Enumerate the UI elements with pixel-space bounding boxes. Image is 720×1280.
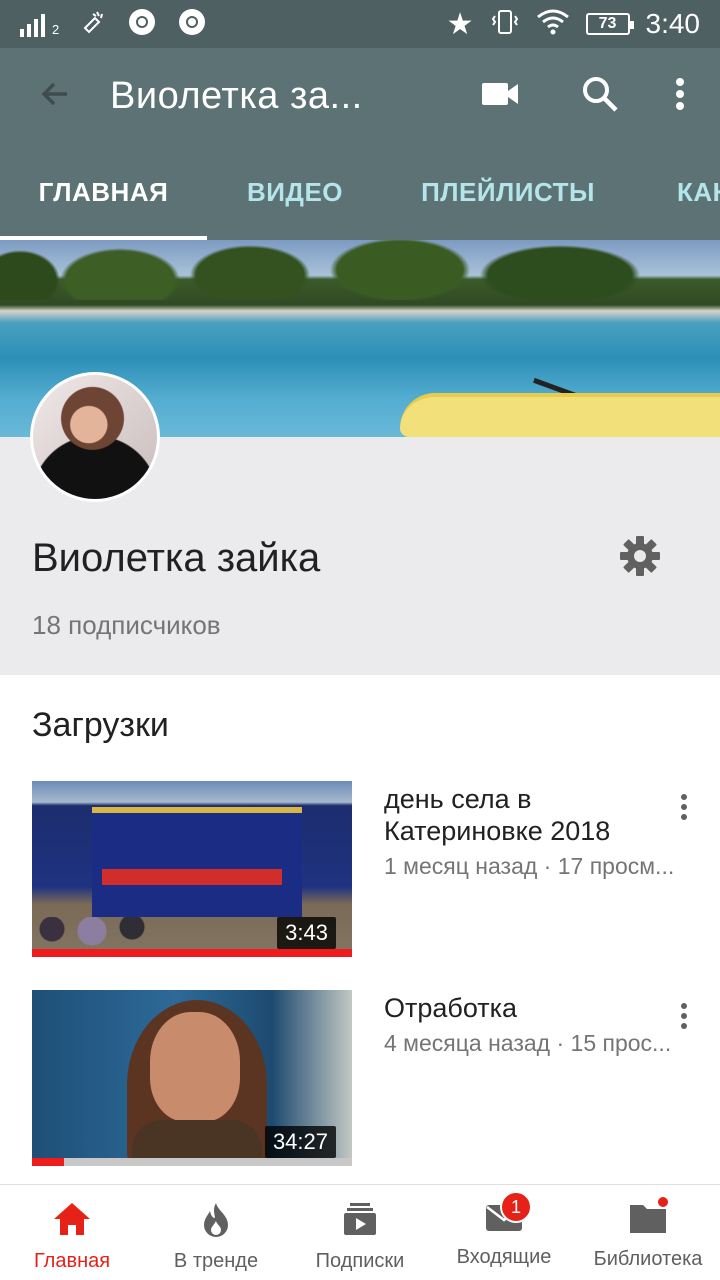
subscriptions-icon bbox=[342, 1201, 378, 1242]
watch-progress bbox=[32, 949, 352, 957]
channel-name: Виолетка зайка bbox=[32, 536, 321, 580]
thumb-banner bbox=[102, 869, 282, 885]
chrome-icon bbox=[127, 7, 157, 42]
star-icon: ★ bbox=[446, 7, 474, 41]
more-vert-icon bbox=[674, 77, 686, 116]
more-vert-icon bbox=[680, 1002, 688, 1035]
video-thumbnail[interactable]: 34:27 bbox=[32, 990, 352, 1166]
tab-channels[interactable]: КАН bbox=[633, 144, 720, 240]
status-bar: 2 ★ 73 3:40 bbox=[0, 0, 720, 48]
search-icon bbox=[581, 75, 619, 118]
signal-icon: 2 bbox=[20, 11, 59, 37]
video-item[interactable]: 3:43 день села в Катериновке 2018 1 меся… bbox=[0, 781, 720, 971]
chrome-icon bbox=[177, 7, 207, 42]
uploads-heading: Загрузки bbox=[32, 706, 169, 744]
subscriber-count: 18 подписчиков bbox=[32, 610, 221, 640]
avatar[interactable] bbox=[30, 372, 160, 502]
video-item[interactable]: 34:27 Отработка 4 месяца назад · 15 прос… bbox=[0, 990, 720, 1180]
nav-library[interactable]: Библиотека bbox=[576, 1185, 720, 1280]
back-button[interactable] bbox=[0, 48, 110, 144]
channel-tabs: ГЛАВНАЯ ВИДЕО ПЛЕЙЛИСТЫ КАН bbox=[0, 144, 720, 240]
app-bar: Виолетка за... bbox=[0, 48, 720, 144]
tab-playlists[interactable]: ПЛЕЙЛИСТЫ bbox=[383, 144, 633, 240]
back-arrow-icon bbox=[37, 76, 73, 117]
nav-inbox-label: Входящие bbox=[456, 1246, 552, 1268]
video-more-button[interactable] bbox=[668, 789, 700, 829]
page-title: Виолетка за... bbox=[110, 74, 363, 117]
nav-trending-label: В тренде bbox=[173, 1250, 259, 1272]
settings-button[interactable] bbox=[615, 533, 665, 583]
nav-subscriptions-label: Подписки bbox=[315, 1250, 405, 1272]
bottom-navigation: Главная В тренде Подписки 1 Входящие Биб… bbox=[0, 1184, 720, 1280]
watch-progress bbox=[32, 1158, 352, 1166]
search-button[interactable] bbox=[550, 48, 650, 144]
folder-icon bbox=[628, 1201, 668, 1240]
nav-home-label: Главная bbox=[33, 1250, 111, 1272]
home-icon bbox=[52, 1201, 92, 1242]
inbox-badge: 1 bbox=[500, 1191, 532, 1223]
video-camera-icon bbox=[480, 79, 520, 114]
vibrate-icon bbox=[490, 7, 520, 42]
nav-subscriptions[interactable]: Подписки bbox=[288, 1185, 670, 1280]
thumb-face bbox=[150, 1012, 240, 1122]
battery-level: 73 bbox=[598, 15, 617, 32]
upload-video-button[interactable] bbox=[450, 48, 550, 144]
video-title[interactable]: день села в Катериновке 2018 bbox=[384, 783, 654, 847]
clock: 3:40 bbox=[645, 8, 701, 39]
video-thumbnail[interactable]: 3:43 bbox=[32, 781, 352, 957]
banner-trees bbox=[0, 240, 660, 300]
nav-home[interactable]: Главная bbox=[0, 1185, 144, 1280]
video-duration: 34:27 bbox=[264, 1126, 336, 1158]
tab-videos[interactable]: ВИДЕО bbox=[207, 144, 383, 240]
nav-trending[interactable]: В тренде bbox=[144, 1185, 288, 1280]
banner-kayak bbox=[400, 393, 720, 437]
video-title[interactable]: Отработка bbox=[384, 992, 654, 1024]
video-meta: 1 месяц назад · 17 просм... bbox=[384, 853, 675, 879]
video-more-button[interactable] bbox=[668, 998, 700, 1038]
more-vert-icon bbox=[680, 793, 688, 826]
nav-library-label: Библиотека bbox=[593, 1248, 703, 1270]
video-duration: 3:43 bbox=[277, 917, 336, 949]
tab-home[interactable]: ГЛАВНАЯ bbox=[0, 144, 207, 240]
thumb-stage bbox=[92, 807, 302, 917]
flame-icon bbox=[198, 1201, 234, 1242]
more-options-button[interactable] bbox=[650, 48, 710, 144]
watch-progress-fill bbox=[32, 949, 352, 957]
battery-icon: 73 bbox=[585, 13, 634, 35]
signal-sub-label: 2 bbox=[52, 22, 60, 37]
video-meta: 4 месяца назад · 15 прос... bbox=[384, 1030, 672, 1056]
watch-progress-fill bbox=[32, 1158, 64, 1166]
nav-inbox[interactable]: 1 Входящие bbox=[432, 1185, 576, 1280]
gear-icon bbox=[618, 534, 662, 583]
cleaner-icon bbox=[79, 8, 107, 41]
wifi-icon bbox=[536, 8, 570, 41]
